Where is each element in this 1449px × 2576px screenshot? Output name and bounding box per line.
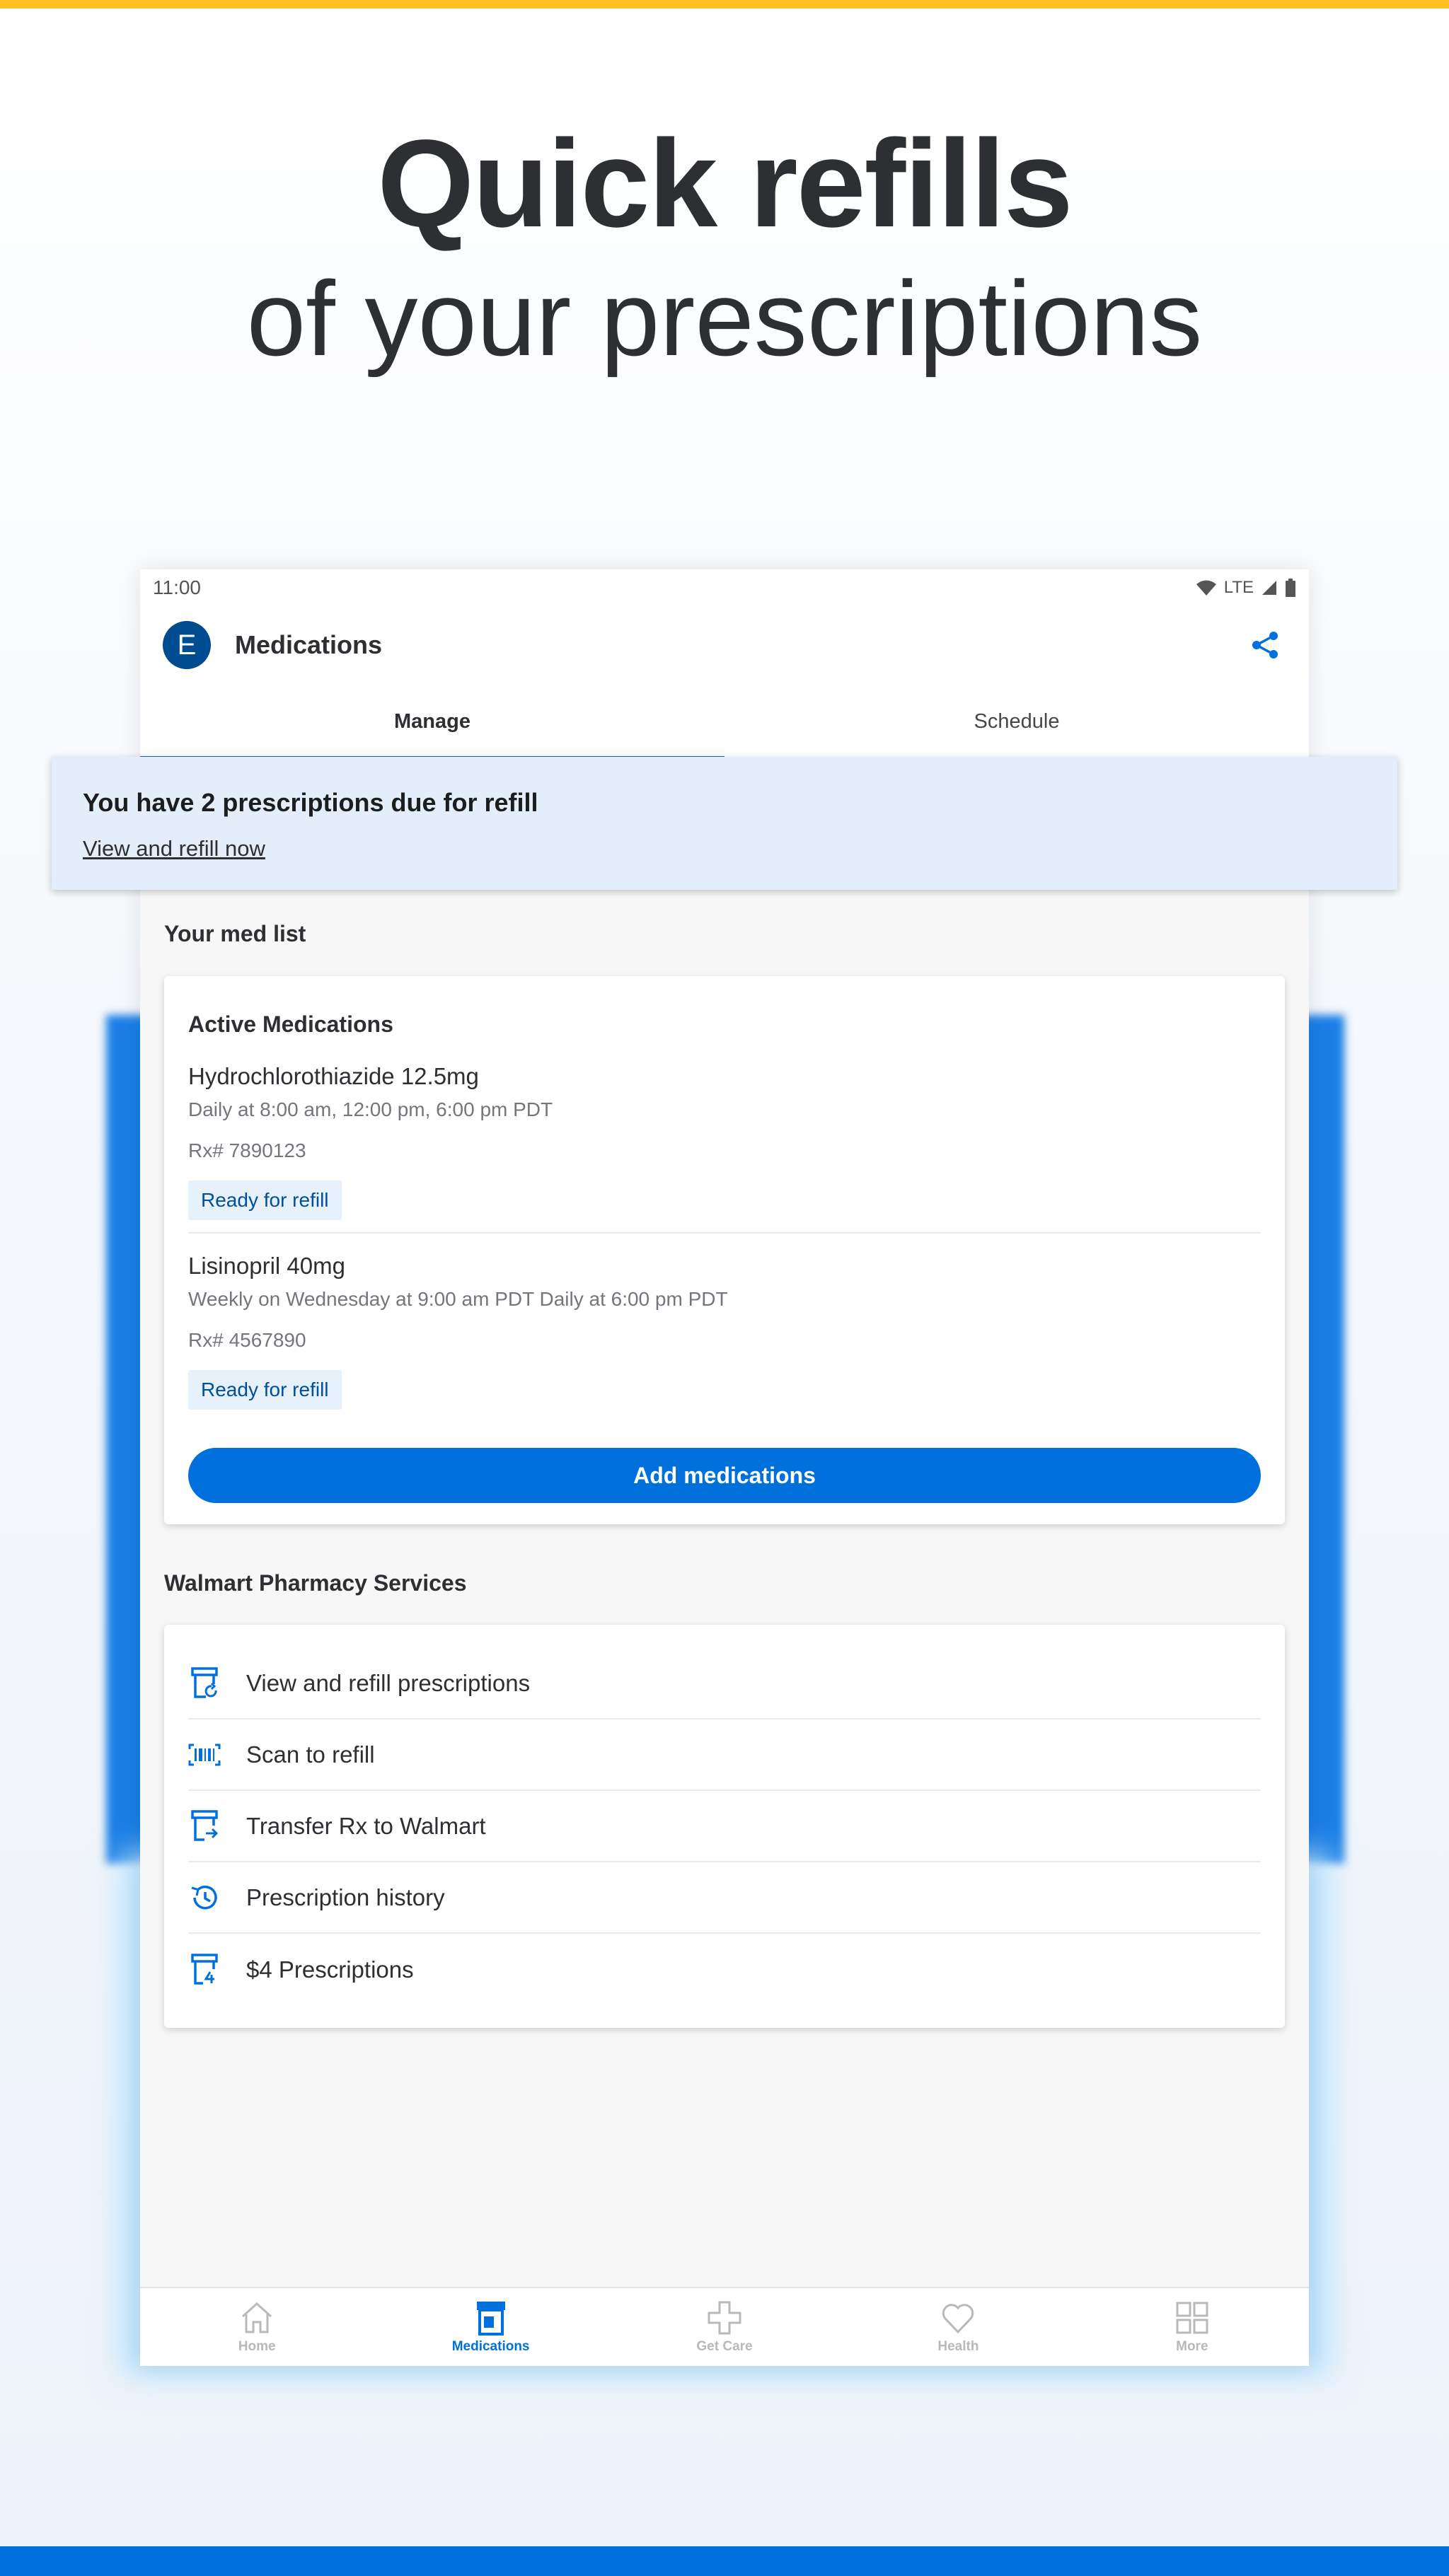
grid-icon [1176, 2302, 1208, 2334]
nav-label: More [1176, 2339, 1208, 2354]
med-item[interactable]: Lisinopril 40mg Weekly on Wednesday at 9… [188, 1253, 1261, 1410]
service-label: $4 Prescriptions [246, 1956, 414, 1983]
share-icon [1252, 632, 1278, 658]
service-four-dollar-prescriptions[interactable]: $4 Prescriptions [188, 1934, 1261, 2005]
service-label: Scan to refill [246, 1741, 375, 1768]
med-schedule: Weekly on Wednesday at 9:00 am PDT Daily… [188, 1288, 728, 1310]
history-icon [188, 1881, 221, 1914]
service-prescription-history[interactable]: Prescription history [188, 1862, 1261, 1934]
share-button[interactable] [1244, 624, 1286, 666]
service-label: Prescription history [246, 1884, 445, 1910]
active-medications-card: Active Medications Hydrochlorothiazide 1… [164, 976, 1285, 1524]
nav-label: Health [937, 2339, 979, 2354]
service-transfer-rx[interactable]: Transfer Rx to Walmart [188, 1791, 1261, 1862]
med-schedule: Daily at 8:00 am, 12:00 pm, 6:00 pm PDT [188, 1098, 553, 1120]
view-refill-now-link[interactable]: View and refill now [83, 836, 265, 861]
service-view-refill[interactable]: View and refill prescriptions [188, 1648, 1261, 1719]
med-item[interactable]: Hydrochlorothiazide 12.5mg Daily at 8:00… [188, 1063, 1261, 1220]
nav-home[interactable]: Home [140, 2288, 374, 2366]
top-brand-stripe [0, 0, 1449, 8]
med-list-heading: Your med list [164, 921, 306, 946]
transfer-bottle-icon [188, 1809, 221, 1843]
refill-banner-title: You have 2 prescriptions due for refill [83, 788, 538, 817]
nav-medications[interactable]: Medications [374, 2288, 607, 2366]
home-icon [242, 2302, 272, 2333]
network-label: LTE [1223, 578, 1254, 597]
pharmacy-services-heading: Walmart Pharmacy Services [164, 1570, 467, 1596]
nav-label: Medications [451, 2339, 530, 2354]
divider [188, 1232, 1261, 1234]
nav-health[interactable]: Health [841, 2288, 1075, 2366]
med-rx-number: Rx# 7890123 [188, 1139, 306, 1161]
tab-manage[interactable]: Manage [140, 684, 724, 760]
add-medications-button[interactable]: Add medications [188, 1448, 1261, 1503]
refill-banner: You have 2 prescriptions due for refill … [52, 757, 1397, 890]
active-medications-title: Active Medications [188, 1011, 393, 1037]
med-name: Hydrochlorothiazide 12.5mg [188, 1063, 479, 1089]
service-label: Transfer Rx to Walmart [246, 1812, 486, 1839]
bottom-brand-stripe [0, 2546, 1449, 2576]
refill-bottle-icon [188, 1666, 221, 1700]
signal-icon [1262, 581, 1276, 595]
hero-headline: Quick refills of your prescriptions [0, 113, 1449, 389]
med-rx-number: Rx# 4567890 [188, 1329, 306, 1351]
page-title: Medications [235, 630, 383, 659]
nav-label: Get Care [696, 2339, 753, 2354]
battery-icon [1286, 579, 1295, 597]
status-time: 11:00 [153, 576, 201, 598]
med-name: Lisinopril 40mg [188, 1253, 345, 1279]
hero-title: Quick refills [377, 115, 1073, 253]
hero-subtitle: of your prescriptions [246, 259, 1203, 378]
service-scan-refill[interactable]: Scan to refill [188, 1719, 1261, 1791]
service-label: View and refill prescriptions [246, 1669, 531, 1696]
tab-schedule[interactable]: Schedule [724, 684, 1309, 760]
status-badge: Ready for refill [188, 1180, 342, 1220]
status-bar: 11:00 LTE [140, 569, 1309, 606]
heart-icon [942, 2304, 974, 2334]
wifi-icon [1196, 580, 1216, 596]
nav-label: Home [238, 2339, 276, 2354]
nav-get-care[interactable]: Get Care [608, 2288, 841, 2366]
status-icons: LTE [1196, 578, 1296, 598]
tab-bar: Manage Schedule [140, 684, 1309, 760]
app-bar: E Medications [140, 606, 1309, 684]
avatar[interactable]: E [163, 621, 211, 669]
status-badge: Ready for refill [188, 1370, 342, 1410]
pharmacy-services-card: View and refill prescriptions Scan to re… [164, 1625, 1285, 2028]
nav-more[interactable]: More [1075, 2288, 1309, 2366]
medications-icon [476, 2302, 505, 2336]
four-dollar-bottle-icon [188, 1953, 221, 1986]
plus-cross-icon [708, 2301, 741, 2335]
bottom-nav: Home Medications Get Care Health More [140, 2287, 1309, 2366]
barcode-icon [188, 1739, 221, 1771]
